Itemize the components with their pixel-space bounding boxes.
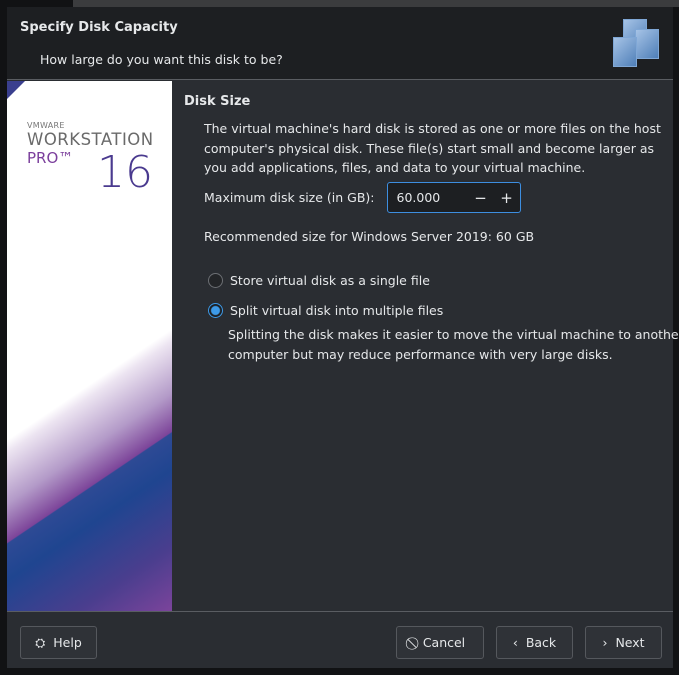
new-vm-wizard-dialog: Specify Disk Capacity How large do you w…	[7, 7, 679, 668]
radio-label[interactable]: Split virtual disk into multiple files	[230, 303, 443, 318]
chevron-left-icon: ‹	[512, 635, 518, 650]
cancel-label: Cancel	[422, 635, 466, 650]
section-title: Disk Size	[184, 94, 251, 109]
page-subtitle: How large do you want this disk to be?	[40, 52, 283, 67]
product-version: 16	[97, 147, 153, 198]
disk-size-value[interactable]: 60.000	[397, 190, 468, 205]
background-window-strip	[73, 0, 679, 7]
decrement-button[interactable]: −	[468, 189, 494, 207]
next-label: Next	[615, 635, 645, 650]
product-edition: PRO™	[27, 149, 74, 167]
radio-split-files[interactable]: Split virtual disk into multiple files	[208, 303, 443, 318]
radio-button[interactable]	[208, 273, 223, 288]
disk-size-row: Maximum disk size (in GB): 60.000 − +	[204, 182, 521, 213]
chevron-right-icon: ›	[602, 635, 608, 650]
content-area: Disk Size The virtual machine's hard dis…	[184, 94, 679, 362]
split-note: Splitting the disk makes it easier to mo…	[228, 327, 679, 362]
help-label: Help	[53, 635, 82, 650]
cancel-button[interactable]: ⃠Cancel	[396, 626, 484, 659]
radio-single-file[interactable]: Store virtual disk as a single file	[208, 273, 430, 288]
back-label: Back	[525, 635, 557, 650]
corner-accent	[7, 81, 25, 99]
wizard-header: Specify Disk Capacity How large do you w…	[7, 7, 673, 80]
disk-size-spinbox[interactable]: 60.000 − +	[386, 182, 521, 213]
radio-label[interactable]: Store virtual disk as a single file	[230, 273, 430, 288]
section-description: The virtual machine's hard disk is store…	[204, 121, 661, 175]
branding-panel: VMWARE WORKSTATION PRO™ 16	[7, 81, 172, 611]
lifebuoy-icon: ⛭	[35, 634, 46, 650]
page-title: Specify Disk Capacity	[20, 20, 178, 35]
next-button[interactable]: › Next	[585, 626, 662, 659]
recommended-size: Recommended size for Windows Server 2019…	[204, 229, 535, 244]
increment-button[interactable]: +	[494, 189, 520, 207]
help-button[interactable]: ⛭ Help	[20, 626, 97, 659]
disk-icon	[613, 19, 663, 75]
wizard-footer: ⛭ Help ⃠Cancel ‹ Back › Next	[7, 611, 673, 668]
radio-button-selected[interactable]	[208, 303, 223, 318]
disk-size-label: Maximum disk size (in GB):	[204, 190, 375, 205]
back-button[interactable]: ‹ Back	[496, 626, 573, 659]
vendor-logo-text: VMWARE	[27, 121, 65, 130]
